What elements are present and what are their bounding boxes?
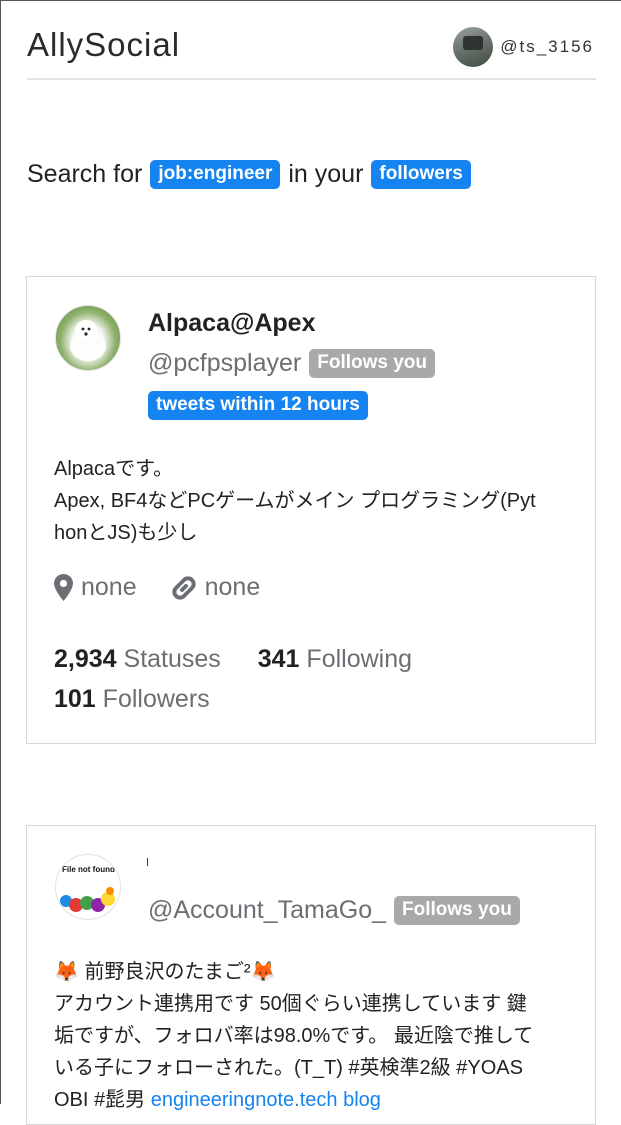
bio-link[interactable]: engineeringnote.tech blog xyxy=(151,1089,381,1111)
activity-badge: tweets within 12 hours xyxy=(148,391,368,420)
bio-line: honとJS)も少し xyxy=(54,522,198,544)
following-stat[interactable]: 341 Following xyxy=(258,639,412,679)
followers-label: Followers xyxy=(102,685,210,713)
bio-line: Alpacaです。 xyxy=(54,458,174,480)
follows-you-badge: Follows you xyxy=(394,896,520,925)
profile-stats: 2,934 Statuses 341 Following 101 Followe… xyxy=(54,639,574,719)
search-summary: Search for job:engineer in your follower… xyxy=(27,160,471,189)
user-card[interactable]: Alpaca@Apex @pcfpsplayer Follows you twe… xyxy=(26,276,596,744)
website-text: none xyxy=(204,573,261,601)
bio: 🦊 前野良沢のたまご²🦊 アカウント連携用です 50個ぐらい連携しています 鍵 … xyxy=(54,956,569,1116)
profile-meta: none none xyxy=(54,573,294,602)
following-label: Following xyxy=(306,645,413,673)
empty-display-name xyxy=(147,858,148,866)
brand-logo[interactable]: AllySocial xyxy=(27,26,180,64)
screen-name[interactable]: @Account_TamaGo_ xyxy=(148,896,386,925)
bio-line: アカウント連携用です 50個ぐらい連携しています 鍵 xyxy=(54,993,527,1015)
bio-text: OBI #髭男 xyxy=(54,1089,146,1111)
user-avatar[interactable] xyxy=(453,27,494,67)
avatar-placeholder-text: File not found xyxy=(62,865,115,874)
location: none xyxy=(54,573,137,602)
handle-row: @pcfpsplayer Follows you xyxy=(148,349,436,378)
user-card[interactable]: File not found @Account_TamaGo_ Follows … xyxy=(26,825,596,1125)
user-card-avatar[interactable] xyxy=(55,305,121,371)
query-tag[interactable]: job:engineer xyxy=(150,160,281,189)
link-icon xyxy=(171,575,196,600)
map-marker-icon xyxy=(54,574,73,601)
statuses-count: 2,934 xyxy=(54,645,117,673)
app-header: AllySocial @ts_3156 xyxy=(27,0,596,80)
location-text: none xyxy=(81,573,137,601)
search-prefix: Search for xyxy=(27,160,143,188)
display-name[interactable]: Alpaca@Apex xyxy=(148,309,316,338)
followers-count: 101 xyxy=(54,685,96,713)
bio-line: いる子にフォローされた。(T_T) #英検準2級 #YOAS xyxy=(54,1057,523,1079)
followers-stat[interactable]: 101 Followers xyxy=(54,679,210,719)
screen-name[interactable]: @pcfpsplayer xyxy=(148,349,301,378)
search-middle: in your xyxy=(288,160,364,188)
user-card-avatar[interactable]: File not found xyxy=(55,854,121,920)
scope-tag[interactable]: followers xyxy=(371,160,471,189)
statuses-label: Statuses xyxy=(123,645,221,673)
follows-you-badge: Follows you xyxy=(309,349,436,378)
bio-line: OBI #髭男 engineeringnote.tech blog xyxy=(54,1084,569,1116)
bio: Alpacaです。 Apex, BF4などPCゲームがメイン プログラミング(P… xyxy=(54,453,569,549)
bio-line: Apex, BF4などPCゲームがメイン プログラミング(Pyt xyxy=(54,490,536,512)
following-count: 341 xyxy=(257,645,300,673)
statuses-stat[interactable]: 2,934 Statuses xyxy=(54,639,221,679)
broken-image-icon xyxy=(60,887,115,912)
bio-line: 🦊 前野良沢のたまご²🦊 xyxy=(54,961,276,983)
user-handle[interactable]: @ts_3156 xyxy=(500,37,594,57)
website: none xyxy=(171,573,261,602)
user-menu[interactable]: @ts_3156 xyxy=(453,27,594,67)
dog-image xyxy=(70,320,106,361)
handle-row: @Account_TamaGo_ Follows you xyxy=(148,896,520,925)
bio-line: 垢ですが、フォロバ率は98.0%です。 最近陰で推して xyxy=(54,1025,534,1047)
